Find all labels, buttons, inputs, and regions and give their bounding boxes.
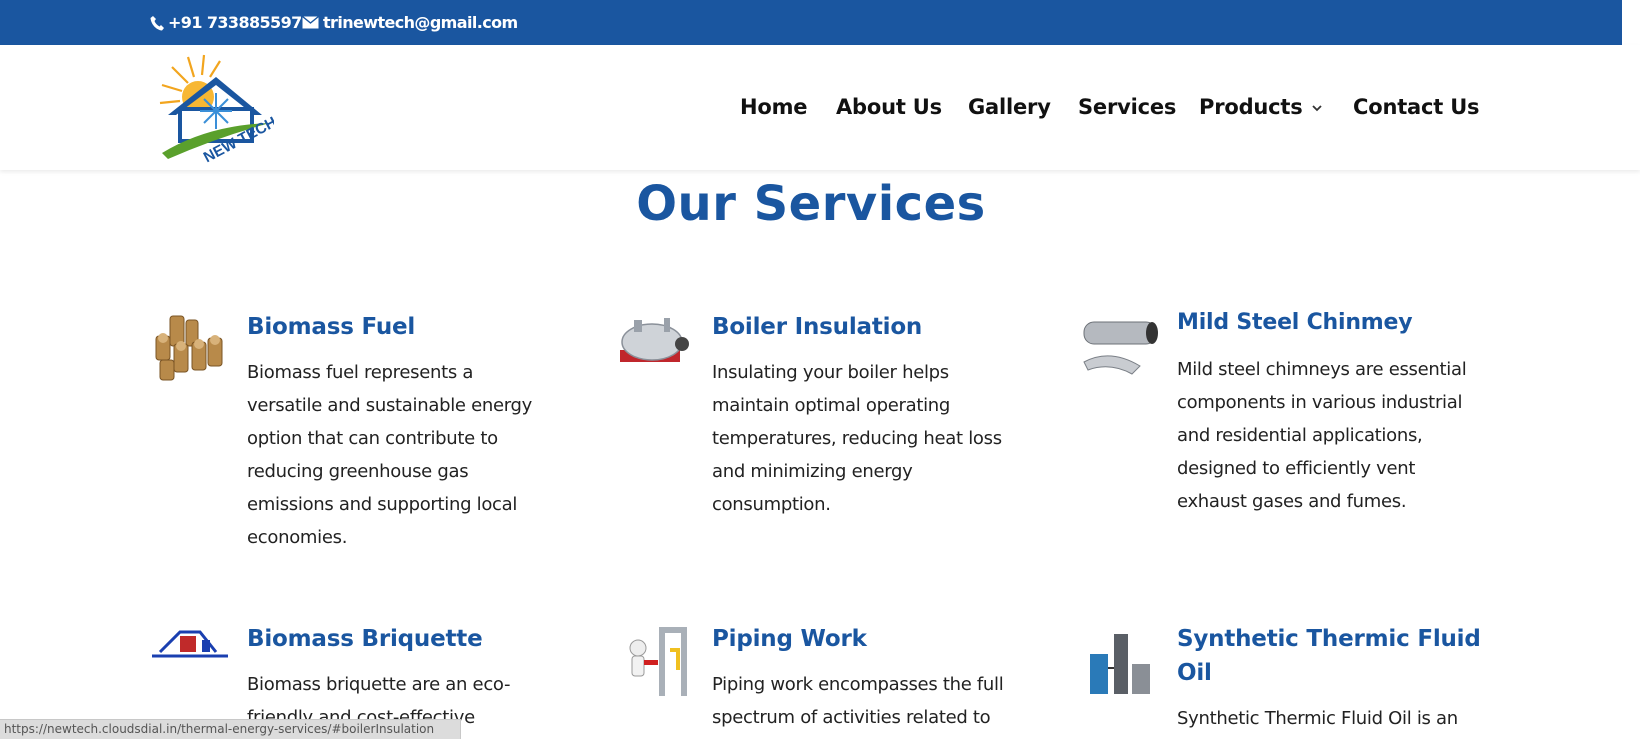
desc-line: and minimizing energy — [712, 461, 913, 482]
envelope-icon — [302, 16, 319, 29]
email-address: trinewtech@gmail.com — [323, 13, 518, 32]
phone-number: +91 7338855978 — [168, 13, 313, 32]
top-contact-bar: +91 7338855978 trinewtech@gmail.com — [0, 0, 1640, 45]
desc-line: designed to efficiently vent — [1177, 458, 1416, 479]
desc-line: consumption. — [712, 494, 831, 515]
service-desc-biomass-fuel: Biomass fuel represents a versatile and … — [247, 356, 547, 554]
nav-about-us[interactable]: About Us — [836, 95, 942, 119]
nav-products-label: Products — [1199, 95, 1303, 119]
desc-line: Insulating your boiler helps — [712, 362, 949, 383]
chevron-down-icon — [1311, 105, 1322, 112]
desc-line: exhaust gases and fumes. — [1177, 491, 1407, 512]
service-title-biomass-fuel[interactable]: Biomass Fuel — [247, 310, 415, 344]
desc-line: emissions and supporting local — [247, 494, 518, 515]
desc-line: option that can contribute to — [247, 428, 498, 449]
desc-line: maintain optimal operating — [712, 395, 951, 416]
boiler-insulation-image — [620, 318, 689, 362]
nav-products[interactable]: Products — [1199, 95, 1323, 119]
service-desc-boiler-insulation: Insulating your boiler helps maintain op… — [712, 356, 1022, 521]
service-title-thermic-fluid-oil[interactable]: Synthetic Thermic Fluid Oil — [1177, 622, 1481, 690]
desc-line: Biomass briquette are an eco- — [247, 674, 511, 695]
phone-icon — [150, 15, 164, 30]
service-title-mild-steel-chimney[interactable]: Mild Steel Chinmey — [1177, 306, 1413, 340]
thermic-fluid-oil-image — [1090, 634, 1150, 694]
service-title-biomass-briquette[interactable]: Biomass Briquette — [247, 622, 483, 656]
desc-line: versatile and sustainable energy — [247, 395, 533, 416]
mild-steel-chimney-image — [1083, 321, 1158, 375]
service-title-boiler-insulation[interactable]: Boiler Insulation — [712, 310, 922, 344]
desc-line: Mild steel chimneys are essential — [1177, 359, 1467, 380]
site-header: NEW TECH Home About Us Gallery Services … — [0, 45, 1640, 170]
desc-line: spectrum of activities related to — [712, 707, 991, 728]
biomass-fuel-image — [155, 315, 223, 381]
service-desc-mild-steel-chimney: Mild steel chimneys are essential compon… — [1177, 353, 1487, 518]
service-title-piping-work[interactable]: Piping Work — [712, 622, 867, 656]
desc-line: and residential applications, — [1177, 425, 1423, 446]
title-line: Synthetic Thermic Fluid — [1177, 626, 1481, 652]
section-title: Our Services — [636, 176, 986, 232]
desc-line: components in various industrial — [1177, 392, 1463, 413]
email-contact[interactable]: trinewtech@gmail.com — [302, 0, 518, 45]
service-desc-thermic-fluid-oil: Synthetic Thermic Fluid Oil is an — [1177, 702, 1487, 735]
desc-line: temperatures, reducing heat loss — [712, 428, 1002, 449]
piping-work-image — [629, 627, 687, 696]
nav-services[interactable]: Services — [1078, 95, 1176, 119]
desc-line: economies. — [247, 527, 348, 548]
desc-line: reducing greenhouse gas — [247, 461, 469, 482]
new-tech-logo[interactable]: NEW TECH — [158, 53, 274, 163]
browser-status-url: https://newtech.cloudsdial.in/thermal-en… — [0, 719, 461, 739]
title-line: Oil — [1177, 660, 1212, 686]
desc-line: Piping work encompasses the full — [712, 674, 1004, 695]
desc-line: Biomass fuel represents a — [247, 362, 474, 383]
phone-contact[interactable]: +91 7338855978 — [150, 0, 313, 45]
desc-line: Synthetic Thermic Fluid Oil is an — [1177, 708, 1458, 729]
nav-contact-us[interactable]: Contact Us — [1353, 95, 1480, 119]
biomass-briquette-image — [152, 630, 228, 658]
service-desc-piping-work: Piping work encompasses the full spectru… — [712, 668, 1022, 734]
nav-home[interactable]: Home — [740, 95, 808, 119]
nav-gallery[interactable]: Gallery — [968, 95, 1051, 119]
